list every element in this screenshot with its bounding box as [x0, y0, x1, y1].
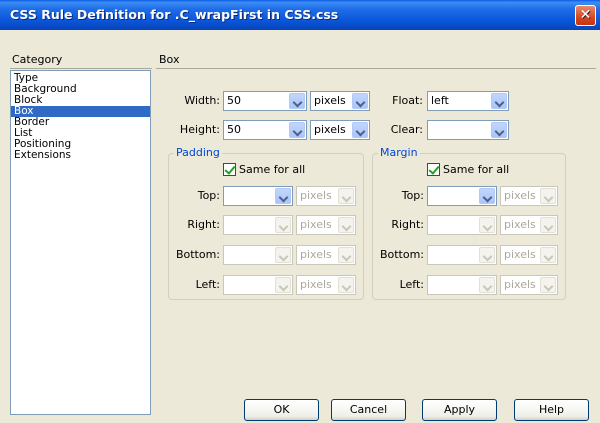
- padding-left-unit-select: pixels: [296, 275, 356, 295]
- width-unit-select[interactable]: pixels: [310, 91, 370, 111]
- margin-title: Margin: [378, 146, 420, 159]
- padding-bottom-select: [223, 245, 293, 265]
- margin-left-label: Left:: [399, 278, 424, 291]
- chevron-down-icon: [540, 277, 556, 293]
- width-value: 50: [227, 94, 241, 107]
- padding-right-select: [223, 215, 293, 235]
- chevron-down-icon[interactable]: [289, 122, 305, 138]
- cancel-button[interactable]: Cancel: [331, 399, 406, 421]
- checkbox-checked-icon[interactable]: [427, 163, 440, 176]
- padding-left-select: [223, 275, 293, 295]
- chevron-down-icon[interactable]: [289, 93, 305, 109]
- padding-left-unit: pixels: [300, 278, 332, 291]
- width-unit-value: pixels: [314, 94, 346, 107]
- chevron-down-icon[interactable]: [352, 93, 368, 109]
- chevron-down-icon: [338, 247, 354, 263]
- chevron-down-icon: [338, 217, 354, 233]
- height-label: Height:: [179, 123, 220, 136]
- margin-top-label: Top:: [401, 189, 424, 202]
- margin-left-unit: pixels: [504, 278, 536, 291]
- margin-top-unit: pixels: [504, 189, 536, 202]
- padding-title: Padding: [174, 146, 222, 159]
- padding-right-label: Right:: [187, 218, 220, 231]
- help-button[interactable]: Help: [514, 399, 589, 421]
- checkbox-checked-icon[interactable]: [223, 163, 236, 176]
- section-title: Box: [159, 53, 180, 66]
- margin-same-label: Same for all: [443, 163, 510, 176]
- height-value: 50: [227, 123, 241, 136]
- close-button[interactable]: ✕: [575, 5, 596, 26]
- chevron-down-icon: [275, 277, 291, 293]
- category-label: Category: [12, 53, 63, 66]
- category-divider: [10, 68, 152, 69]
- margin-right-label: Right:: [391, 218, 424, 231]
- chevron-down-icon: [540, 188, 556, 204]
- chevron-down-icon: [540, 247, 556, 263]
- height-unit-value: pixels: [314, 123, 346, 136]
- padding-left-label: Left:: [195, 278, 220, 291]
- padding-right-unit-select: pixels: [296, 215, 356, 235]
- margin-right-select: [427, 215, 497, 235]
- margin-left-unit-select: pixels: [500, 275, 558, 295]
- chevron-down-icon: [479, 247, 495, 263]
- padding-bottom-label: Bottom:: [175, 248, 220, 261]
- height-select[interactable]: 50: [223, 120, 307, 140]
- padding-same-label: Same for all: [239, 163, 306, 176]
- chevron-down-icon: [479, 217, 495, 233]
- padding-bottom-unit-select: pixels: [296, 245, 356, 265]
- window-title: CSS Rule Definition for .C_wrapFirst in …: [10, 7, 339, 22]
- margin-right-unit: pixels: [504, 218, 536, 231]
- chevron-down-icon: [540, 217, 556, 233]
- chevron-down-icon: [338, 277, 354, 293]
- margin-left-select: [427, 275, 497, 295]
- padding-top-unit: pixels: [300, 189, 332, 202]
- chevron-down-icon[interactable]: [491, 122, 507, 138]
- category-list[interactable]: Type Background Block Box Border List Po…: [10, 70, 151, 415]
- apply-button[interactable]: Apply: [422, 399, 497, 421]
- padding-top-label: Top:: [197, 189, 220, 202]
- chevron-down-icon[interactable]: [275, 188, 291, 204]
- title-bar: CSS Rule Definition for .C_wrapFirst in …: [0, 0, 600, 30]
- padding-bottom-unit: pixels: [300, 248, 332, 261]
- chevron-down-icon[interactable]: [491, 93, 507, 109]
- section-divider: [156, 68, 596, 69]
- chevron-down-icon[interactable]: [352, 122, 368, 138]
- chevron-down-icon: [479, 277, 495, 293]
- padding-same-for-all[interactable]: Same for all: [223, 163, 305, 177]
- margin-same-for-all[interactable]: Same for all: [427, 163, 509, 177]
- clear-select[interactable]: [427, 120, 509, 140]
- ok-button[interactable]: OK: [244, 399, 319, 421]
- margin-right-unit-select: pixels: [500, 215, 558, 235]
- close-icon: ✕: [579, 7, 592, 23]
- float-label: Float:: [392, 94, 423, 107]
- margin-bottom-select: [427, 245, 497, 265]
- margin-bottom-label: Bottom:: [379, 248, 424, 261]
- chevron-down-icon: [275, 217, 291, 233]
- margin-top-select[interactable]: [427, 186, 497, 206]
- margin-top-unit-select: pixels: [500, 186, 558, 206]
- float-select[interactable]: left: [427, 91, 509, 111]
- height-unit-select[interactable]: pixels: [310, 120, 370, 140]
- chevron-down-icon: [338, 188, 354, 204]
- padding-right-unit: pixels: [300, 218, 332, 231]
- width-label: Width:: [184, 94, 220, 107]
- category-item-extensions[interactable]: Extensions: [11, 150, 150, 161]
- margin-bottom-unit: pixels: [504, 248, 536, 261]
- float-value: left: [431, 94, 449, 107]
- margin-bottom-unit-select: pixels: [500, 245, 558, 265]
- chevron-down-icon[interactable]: [479, 188, 495, 204]
- padding-top-select[interactable]: [223, 186, 293, 206]
- padding-top-unit-select: pixels: [296, 186, 356, 206]
- chevron-down-icon: [275, 247, 291, 263]
- width-select[interactable]: 50: [223, 91, 307, 111]
- clear-label: Clear:: [390, 123, 423, 136]
